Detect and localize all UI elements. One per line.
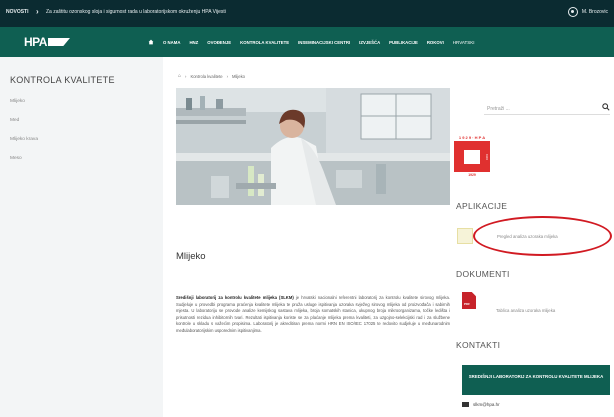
nav-item-inseminacijski-centri[interactable]: INSEMINACIJSKI CENTRI [298,40,350,45]
sidebar-item-mlijeko[interactable]: Mlijeko [10,99,25,104]
logo-text: HPA [24,35,47,49]
nav-item-kontrola-kvalitete[interactable]: KONTROLA KVALITETE [240,40,289,45]
app-icon [457,228,473,244]
logo-caption-side: 1994 [485,154,489,160]
intro-text: je hrvatski nacionalni referentni labora… [176,295,451,333]
breadcrumb-separator-icon: › [185,73,187,79]
logo-mark-icon [47,38,70,46]
intro-paragraph: Središnji laboratorij za kontrolu kvalit… [176,295,450,335]
pdf-icon: PDF [462,292,476,309]
user-menu[interactable]: M. Brozovic [567,7,608,17]
hpa-anniversary-logo: 1 9 2 9 · H P A 1994 1929 [454,135,490,177]
document-link[interactable]: PDF Tablica analiza uzoraka mlijeka [462,292,608,322]
nav-item-rokovi[interactable]: ROKOVI [427,40,444,45]
site-logo[interactable]: HPA [24,35,70,49]
breadcrumb-item-current: Mlijeko [231,73,245,79]
nav-item-ovodenje[interactable]: OVOĐENJE [207,40,231,45]
left-sidebar: KONTROLA KVALITETE Mlijeko Med Mlijeko k… [0,57,163,417]
search-placeholder: Pretraži ... [487,106,510,112]
lab-name-bold: Središnji laboratorij za kontrolu kvalit… [176,295,294,300]
news-ticker-text[interactable]: Za zaštitu ozonskog sloja i sigurnost ra… [46,9,226,15]
breadcrumb-separator-icon: › [226,73,228,79]
highlight-annotation-ellipse [473,216,612,256]
home-icon[interactable]: ⌂ [178,73,181,79]
document-label[interactable]: Tablica analiza uzoraka mlijeka [496,308,606,314]
sidebar-title: KONTROLA KVALITETE [10,75,115,85]
user-name: M. Brozovic [581,9,608,15]
mail-icon [462,402,469,407]
user-icon [567,7,578,17]
nav-item-publikacije[interactable]: PUBLIKACIJE [389,40,418,45]
pdf-badge: PDF [464,302,470,306]
nav-item-o-nama[interactable]: O NAMA [163,40,180,45]
page-title: Mlijeko [176,251,206,262]
contact-lab-button[interactable]: SREDIŠNJI LABORATORIJ ZA KONTROLU KVALIT… [462,365,610,395]
hpa-seal-graphic: 1 9 2 9 · H P A 1994 1929 [454,135,490,177]
chevron-right-icon[interactable]: › [36,7,39,16]
search-input[interactable]: Pretraži ... [484,103,610,115]
news-label: NOVOSTI [6,9,29,15]
logo-caption-bottom: 1929 [468,173,476,177]
home-icon[interactable] [148,39,154,45]
documents-heading: DOKUMENTI [456,269,510,279]
sidebar-item-med[interactable]: Med [10,118,19,123]
email-row[interactable]: slkm@hpa.hr [462,402,500,407]
sidebar-item-mlijeko-krava[interactable]: Mlijeko krava [10,137,38,142]
search-icon[interactable] [602,103,610,111]
top-notice-bar: NOVOSTI › Za zaštitu ozonskog sloja i si… [0,0,614,27]
breadcrumb: ⌂ › Kontrola kvalitete › Mlijeko [178,73,245,79]
logo-caption-top: 1 9 2 9 · H P A [459,135,485,140]
sidebar-item-meso[interactable]: Meso [10,156,22,161]
contacts-heading: KONTAKTI [456,340,501,350]
nav-menu: O NAMA HNZ OVOĐENJE KONTROLA KVALITETE I… [148,39,475,45]
nav-item-hnz[interactable]: HNZ [189,40,198,45]
language-selector[interactable]: HRVATSKI [453,40,475,45]
main-navbar: HPA O NAMA HNZ OVOĐENJE KONTROLA KVALITE… [0,27,614,57]
laboratory-photo [176,88,450,205]
nav-item-izvjesca[interactable]: IZVJEŠĆA [359,40,380,45]
email-link[interactable]: slkm@hpa.hr [473,402,500,407]
breadcrumb-item[interactable]: Kontrola kvalitete [190,74,222,79]
lab-illustration [176,88,450,205]
apps-heading: APLIKACIJE [456,201,508,211]
